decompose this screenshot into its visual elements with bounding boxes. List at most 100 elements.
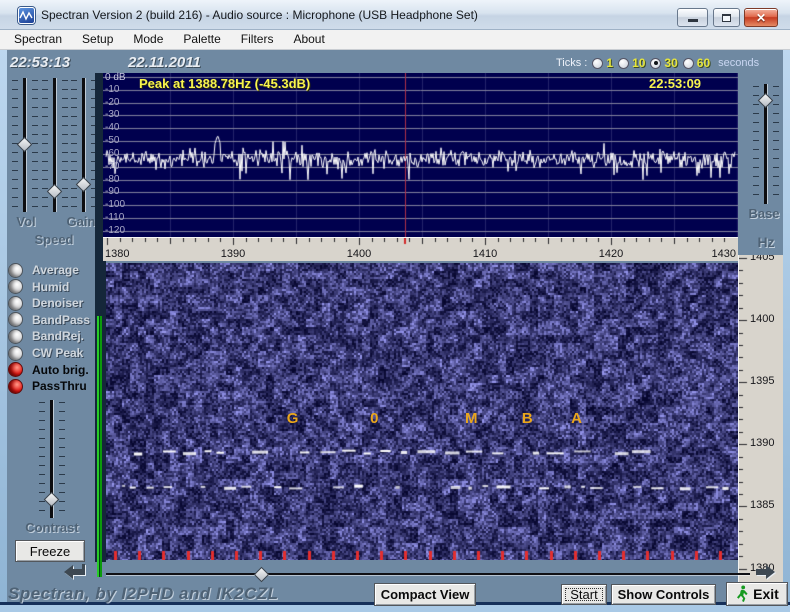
radio-icon [682,57,694,69]
toggle-average[interactable]: Average [8,262,79,278]
toggle-denoiser[interactable]: Denoiser [8,295,83,311]
toggle-label: Average [32,263,79,277]
slider-thumb[interactable] [75,176,92,193]
freeze-button[interactable]: Freeze [15,540,85,562]
decoded-letter-B: B [521,410,533,427]
toggle-bandpass[interactable]: BandPass [8,312,90,328]
menu-item-about[interactable]: About [283,30,334,49]
seconds-label: seconds [718,57,760,69]
waterfall-frequency-scale: 1405 1400 1395 1390 1385 1380 [738,255,783,585]
toggle-label: PassThru [32,379,87,394]
slider-thumb[interactable] [16,136,33,152]
decoded-letter-G: G [286,410,299,427]
ticks-radio-10[interactable]: 10 [618,56,645,70]
scroll-left-icon[interactable] [60,561,87,582]
slider-ticks-left [753,86,759,202]
led-icon [8,362,23,378]
db-scale-label: -10 [105,83,120,95]
toggle-humid[interactable]: Humid [8,279,69,295]
peak-readout: Peak at 1388.78Hz (-45.3dB) [139,76,311,91]
contrast-slider[interactable] [38,400,66,518]
minimize-button[interactable] [677,8,708,27]
slider-ticks-right [59,402,65,516]
waterfall-scale-label: 1400 [750,313,775,326]
waterfall-scale-label: 1405 [750,255,775,263]
menu-item-filters[interactable]: Filters [231,30,284,49]
slider-thumb[interactable] [757,92,774,108]
ticks-radio-60[interactable]: 60 [682,56,711,70]
ticks-caption: Ticks : [556,57,588,69]
contrast-label: Contrast [25,520,79,535]
db-scale-label: -40 [105,122,120,134]
scroll-track[interactable] [106,573,750,575]
menu-item-spectran[interactable]: Spectran [4,30,72,49]
db-scale-label: -90 [105,186,120,198]
focus-rect [565,588,603,601]
ticks-radio-label: 60 [696,56,711,70]
toggle-label: BandRej. [32,329,85,344]
ticks-radio-label: 1 [606,56,614,70]
db-scale-label: -50 [105,135,120,147]
ticks-radio-30[interactable]: 30 [650,56,678,70]
menu-item-palette[interactable]: Palette [173,30,230,49]
menu-item-setup[interactable]: Setup [72,30,123,49]
slider-thumb[interactable] [43,491,60,508]
frequency-tick-label: 1430 [711,248,736,260]
base-label: Base [748,206,780,221]
base-slider[interactable] [752,84,780,204]
led-icon [8,328,23,344]
waterfall-canvas[interactable] [106,263,738,560]
minimize-icon [687,19,698,22]
toggle-label: CW Peak [32,346,84,360]
scroll-right-icon[interactable] [753,561,778,582]
db-scale-label: -80 [105,173,120,185]
radio-icon [592,57,604,69]
db-scale-label: -30 [105,109,120,121]
start-button[interactable]: Start [561,584,607,605]
maximize-button[interactable] [713,8,740,27]
slider-ticks-right [32,80,38,210]
toggle-label: Denoiser [32,296,84,311]
toggle-passthru[interactable]: PassThru [8,378,87,394]
frequency-tick-label: 1420 [598,248,624,260]
frequency-axis: 1380 1390 1400 1410 1420 1430 [103,237,738,261]
window-border-bottom [0,605,790,612]
slider-thumb[interactable] [46,183,63,199]
app-icon [18,7,35,24]
toggle-bandrej[interactable]: BandRej. [8,328,84,344]
compact-view-button[interactable]: Compact View [374,583,476,606]
spectrum-display[interactable]: 0 dB -10 -20 -30 -40 -50 -60 -70 -80 -90 -100 -110-… [103,72,738,237]
led-icon [8,262,23,278]
led-icon [8,312,23,328]
db-scale-label: -70 [105,160,120,172]
db-scale-label: -120 [105,224,126,236]
menu-item-mode[interactable]: Mode [123,30,173,49]
maximize-icon [722,13,731,22]
db-scale-label: -110 [105,212,125,224]
scroll-thumb[interactable] [253,566,269,583]
exit-runner-icon [737,585,748,602]
frequency-tick-label: 1380 [105,248,130,260]
ticks-radio-label: 10 [632,56,646,70]
close-button[interactable]: ✕ [744,8,778,27]
led-icon [8,279,23,295]
frequency-axis-ticks [103,238,738,261]
speed-slider[interactable] [41,78,69,212]
gain-slider[interactable] [70,78,98,212]
current-date: 22.11.2011 [128,54,201,71]
waterfall-display[interactable]: G 0 M B A [106,263,738,560]
toggle-label: Auto brig. [32,362,89,377]
exit-button[interactable]: Exit [726,582,788,606]
ticks-radio-1[interactable]: 1 [592,56,613,70]
waterfall-scale-label: 1390 [750,437,775,450]
spectrum-clock: 22:53:09 [649,76,702,91]
frequency-tick-label: 1390 [220,248,246,260]
toggle-auto-brig[interactable]: Auto brig. [8,362,89,378]
toggle-cw-peak[interactable]: CW Peak [8,345,83,361]
vol-slider[interactable] [11,78,39,212]
frequency-scroll-slider[interactable] [106,566,750,583]
spectrum-canvas[interactable] [103,73,738,237]
frequency-tick-label: 1410 [472,248,498,260]
decoded-letter-M: M [464,410,478,427]
show-controls-button[interactable]: Show Controls [611,584,716,605]
